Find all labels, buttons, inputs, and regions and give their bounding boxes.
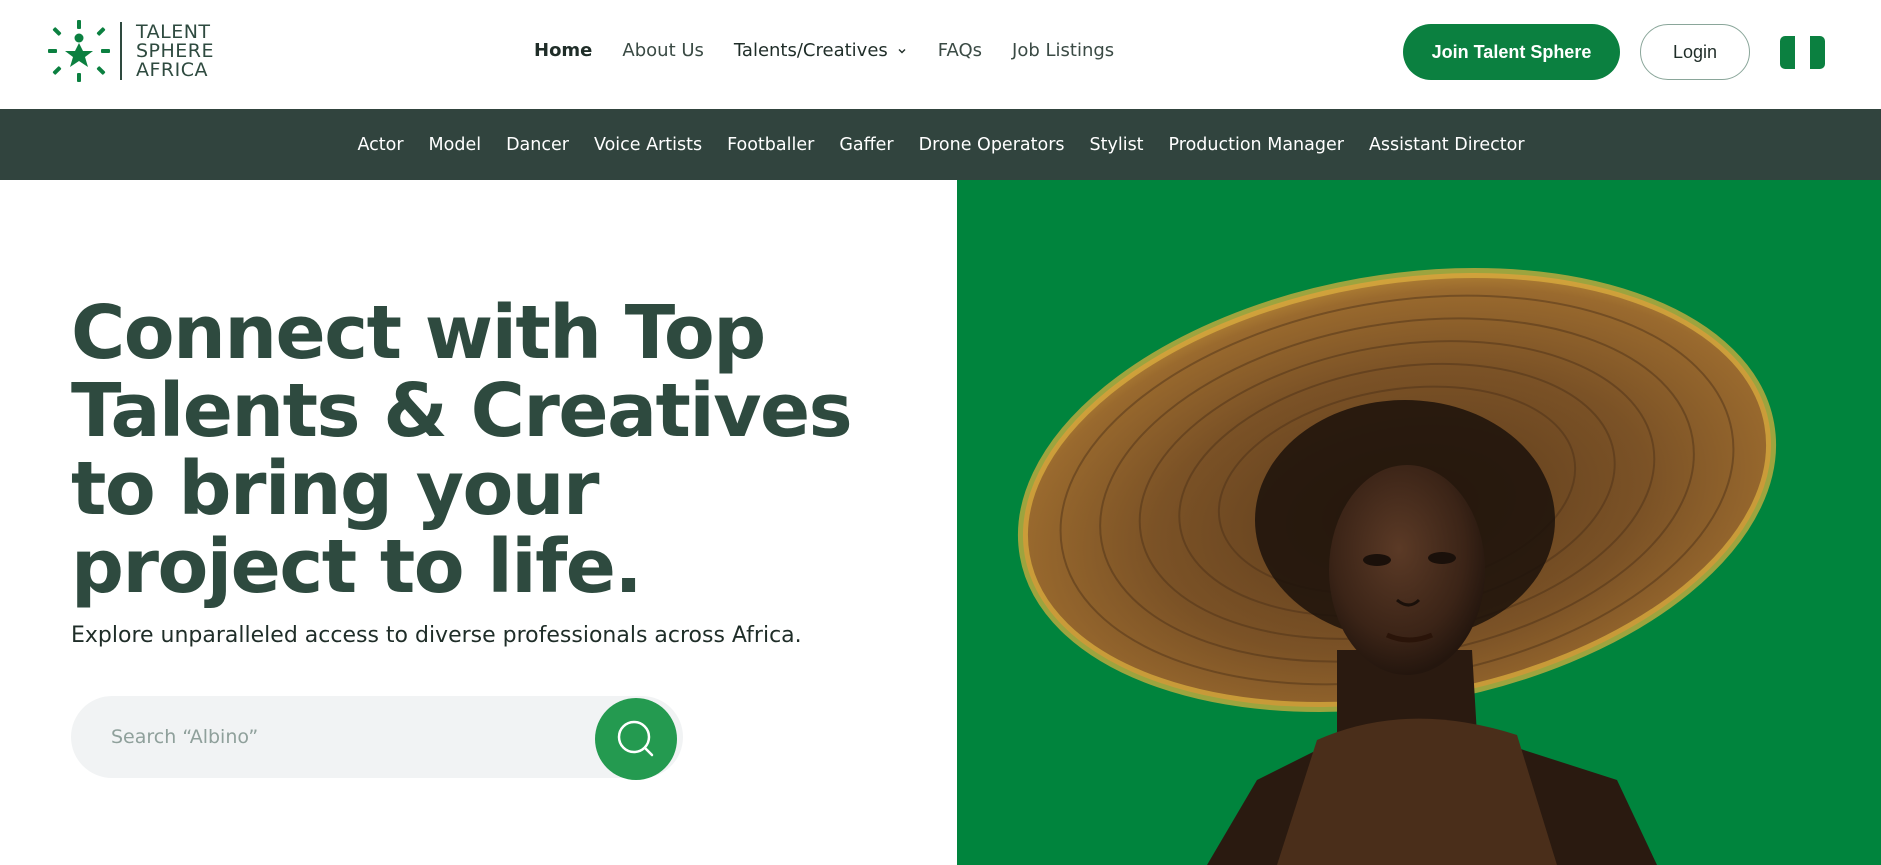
nigeria-flag-icon[interactable] bbox=[1780, 36, 1825, 69]
nav-about-us[interactable]: About Us bbox=[622, 40, 704, 61]
brand-logo[interactable]: TALENT SPHERE AFRICA bbox=[46, 18, 214, 84]
chevron-down-icon bbox=[898, 48, 906, 53]
logo-divider bbox=[120, 22, 122, 80]
nav-talents-label: Talents/Creatives bbox=[733, 40, 888, 61]
category-production-manager[interactable]: Production Manager bbox=[1169, 135, 1344, 155]
nav-job-listings[interactable]: Job Listings bbox=[1012, 40, 1114, 61]
category-drone-operators[interactable]: Drone Operators bbox=[919, 135, 1065, 155]
category-gaffer[interactable]: Gaffer bbox=[839, 135, 893, 155]
brand-line-2: SPHERE bbox=[136, 39, 215, 62]
nav-home[interactable]: Home bbox=[534, 40, 592, 61]
hero-portrait-image bbox=[1017, 268, 1777, 865]
brand-wordmark: TALENT SPHERE AFRICA bbox=[136, 20, 215, 81]
main-nav: Home About Us Talents/Creatives FAQs Job… bbox=[534, 40, 1144, 61]
category-model[interactable]: Model bbox=[429, 135, 482, 155]
category-footballer[interactable]: Footballer bbox=[727, 135, 814, 155]
category-stylist[interactable]: Stylist bbox=[1090, 135, 1144, 155]
category-voice-artists[interactable]: Voice Artists bbox=[594, 135, 702, 155]
hero-text-panel: Connect with Top Talents & Creatives to … bbox=[0, 180, 957, 865]
logo-star-icon bbox=[48, 20, 110, 82]
category-actor[interactable]: Actor bbox=[357, 135, 403, 155]
nav-faqs[interactable]: FAQs bbox=[938, 40, 982, 61]
login-button[interactable]: Login bbox=[1640, 24, 1750, 80]
search-input[interactable] bbox=[111, 696, 591, 778]
search-icon bbox=[617, 720, 654, 757]
nav-talents-creatives[interactable]: Talents/Creatives bbox=[734, 40, 908, 61]
hero-subline: Explore unparalleled access to diverse p… bbox=[71, 623, 802, 648]
category-dancer[interactable]: Dancer bbox=[506, 135, 569, 155]
category-assistant-director[interactable]: Assistant Director bbox=[1369, 135, 1525, 155]
search-button[interactable] bbox=[595, 698, 677, 780]
brand-line-3: AFRICA bbox=[136, 58, 208, 81]
hero-image-panel bbox=[957, 180, 1881, 865]
site-header: TALENT SPHERE AFRICA Home About Us Talen… bbox=[0, 0, 1881, 109]
category-bar: Actor Model Dancer Voice Artists Footbal… bbox=[0, 109, 1881, 180]
join-talent-sphere-button[interactable]: Join Talent Sphere bbox=[1403, 24, 1620, 80]
brand-line-1: TALENT bbox=[136, 20, 211, 43]
search-bar bbox=[71, 696, 683, 778]
hero-headline: Connect with Top Talents & Creatives to … bbox=[71, 290, 853, 610]
